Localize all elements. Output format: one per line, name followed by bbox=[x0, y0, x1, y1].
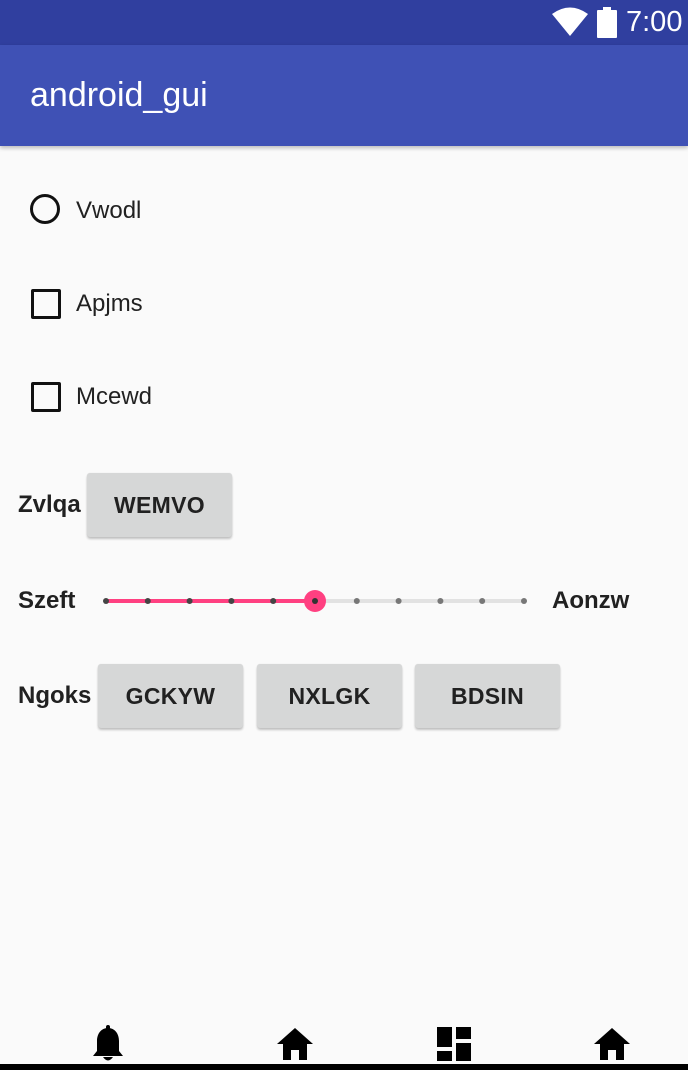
button-group-label: Ngoks bbox=[18, 682, 92, 709]
radio-button[interactable] bbox=[30, 194, 60, 224]
app-title: android_gui bbox=[30, 76, 208, 114]
nav-bottom-edge bbox=[0, 1064, 688, 1070]
status-bar: 7:00 bbox=[0, 0, 688, 45]
app-bar: android_gui bbox=[0, 45, 688, 146]
checkbox[interactable] bbox=[31, 289, 61, 319]
slider-tick bbox=[186, 598, 193, 604]
slider-tick bbox=[103, 598, 109, 604]
button-row-label: Zvlqa bbox=[18, 491, 81, 518]
checkbox-label: Apjms bbox=[76, 290, 143, 317]
home-icon[interactable] bbox=[592, 1024, 632, 1064]
slider-tick bbox=[521, 598, 527, 604]
checkbox[interactable] bbox=[31, 382, 61, 412]
slider-end-label: Aonzw bbox=[552, 587, 630, 614]
wemvo-button[interactable]: WEMVO bbox=[87, 473, 232, 537]
slider-start-label: Szeft bbox=[18, 587, 76, 614]
wifi-icon bbox=[552, 7, 588, 36]
bdsin-button[interactable]: BDSIN bbox=[415, 664, 560, 728]
home-icon[interactable] bbox=[275, 1024, 315, 1064]
dashboard-icon[interactable] bbox=[434, 1024, 474, 1064]
bell-icon[interactable] bbox=[88, 1024, 128, 1064]
slider-tick bbox=[353, 598, 360, 604]
slider-tick bbox=[144, 598, 151, 604]
battery-icon bbox=[597, 7, 617, 38]
slider-tick bbox=[479, 598, 486, 604]
slider-thumb-center bbox=[312, 598, 318, 604]
slider-tick bbox=[270, 598, 277, 604]
discrete-slider[interactable] bbox=[100, 586, 530, 616]
slider-tick bbox=[395, 598, 402, 604]
status-time: 7:00 bbox=[626, 6, 683, 38]
nxlgk-button[interactable]: NXLGK bbox=[257, 664, 402, 728]
slider-tick bbox=[437, 598, 444, 604]
radio-label: Vwodl bbox=[76, 197, 142, 224]
checkbox-label: Mcewd bbox=[76, 383, 153, 410]
slider-tick bbox=[228, 598, 235, 604]
gckyw-button[interactable]: GCKYW bbox=[98, 664, 243, 728]
